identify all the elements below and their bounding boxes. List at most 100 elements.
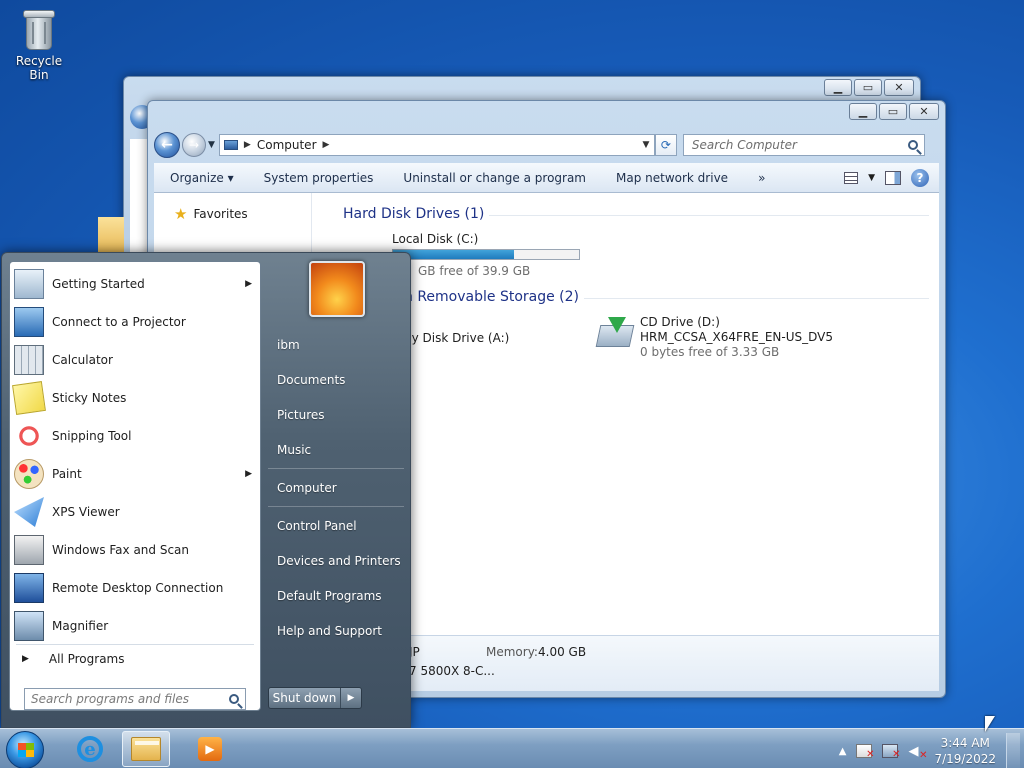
start-menu-program-item[interactable]: Windows Fax and Scan (14, 532, 258, 568)
taskbar-windows-explorer[interactable] (122, 731, 170, 767)
program-label: Connect to a Projector (52, 315, 186, 329)
start-button[interactable] (6, 731, 44, 768)
close-button[interactable]: ✕ (884, 79, 914, 96)
command-bar: Organize ▾ System properties Uninstall o… (154, 163, 939, 193)
search-placeholder: Search Computer (691, 138, 797, 152)
taskbar-internet-explorer[interactable]: e (66, 731, 114, 767)
calculator-icon (14, 345, 44, 375)
all-programs-button[interactable]: ▶ All Programs (22, 652, 125, 666)
close-button[interactable]: ✕ (909, 103, 939, 120)
shutdown-options-button[interactable]: ▶ (341, 688, 361, 708)
internet-explorer-icon: e (77, 736, 103, 762)
start-item-music[interactable]: Music (277, 443, 311, 457)
nav-item-favorites[interactable]: ★ Favorites (174, 205, 248, 223)
taskbar-media-player[interactable]: ▶ (186, 731, 234, 767)
chevron-right-icon: ▶ (22, 654, 29, 664)
group-header-hard-disk-drives[interactable]: Hard Disk Drives (1) (343, 206, 484, 222)
taskbar: e ▶ ▲ ✕ ✕ ◀ ✕ 3:44 AM 7/19/2022 (0, 728, 1024, 768)
getting-started-icon (14, 269, 44, 299)
uninstall-program-button[interactable]: Uninstall or change a program (388, 171, 601, 185)
search-icon[interactable] (907, 140, 918, 150)
drive-usage-fill (393, 250, 514, 259)
magnifier-icon (14, 611, 44, 641)
action-center-icon[interactable]: ✕ (856, 744, 874, 760)
show-hidden-icons-button[interactable]: ▲ (839, 746, 847, 757)
clock[interactable]: 3:44 AM 7/19/2022 (934, 735, 996, 767)
map-network-drive-button[interactable]: Map network drive (601, 171, 743, 185)
chevron-right-icon[interactable]: ▶ (245, 279, 252, 289)
drive-item-a[interactable]: py Disk Drive (A:) (404, 331, 509, 345)
forward-button[interactable]: → (182, 133, 206, 157)
start-menu-program-item[interactable]: Remote Desktop Connection (14, 570, 258, 606)
back-button[interactable]: ← (154, 132, 180, 158)
shutdown-button[interactable]: Shut down (269, 688, 341, 708)
user-avatar[interactable] (309, 261, 365, 317)
drive-item-d[interactable]: CD Drive (D:) HRM_CCSA_X64FRE_EN-US_DV5 … (640, 315, 833, 359)
start-search-input[interactable]: Search programs and files (24, 688, 246, 710)
minimize-button[interactable]: ▁ (824, 79, 852, 96)
preview-pane-icon[interactable] (885, 170, 901, 185)
minimize-button[interactable]: ▁ (849, 103, 877, 120)
start-menu-program-item[interactable]: Paint ▶ (14, 456, 258, 492)
chevron-right-icon[interactable]: ▶ (244, 140, 251, 150)
start-menu-program-item[interactable]: Sticky Notes (12, 380, 258, 416)
sticky-notes-icon (12, 381, 46, 415)
maximize-button[interactable]: ▭ (854, 79, 882, 96)
recycle-bin-icon (22, 8, 56, 50)
group-header-removable-storage[interactable]: h Removable Storage (2) (404, 289, 579, 305)
breadcrumb-computer[interactable]: Computer (257, 138, 317, 152)
all-programs-label: All Programs (48, 652, 125, 666)
change-view-icon[interactable] (844, 171, 859, 184)
start-item-default-programs[interactable]: Default Programs (277, 589, 382, 603)
start-item-control-panel[interactable]: Control Panel (277, 519, 357, 533)
network-icon[interactable]: ✕ (882, 744, 900, 760)
details-memory-label: Memory: (486, 645, 538, 659)
xps-viewer-icon (14, 497, 44, 527)
maximize-button[interactable]: ▭ (879, 103, 907, 120)
start-menu-program-item[interactable]: Getting Started ▶ (14, 266, 258, 302)
chevron-right-icon[interactable]: ▶ (323, 140, 330, 150)
start-menu-program-item[interactable]: Snipping Tool (14, 418, 258, 454)
show-desktop-button[interactable] (1006, 733, 1020, 768)
start-item-documents[interactable]: Documents (277, 373, 345, 387)
start-menu-program-item[interactable]: Connect to a Projector (14, 304, 258, 340)
search-placeholder: Search programs and files (31, 692, 189, 706)
details-processor: 7 5800X 8-C... (409, 664, 495, 678)
system-tray: ▲ ✕ ✕ ◀ ✕ 3:44 AM 7/19/2022 (839, 733, 1020, 768)
volume-icon[interactable]: ◀ ✕ (908, 744, 927, 761)
program-label: Getting Started (52, 277, 145, 291)
clock-time: 3:44 AM (940, 736, 990, 750)
refresh-button[interactable]: ⟳ (654, 134, 677, 156)
more-commands-button[interactable]: » (743, 171, 780, 185)
search-input[interactable]: Search Computer (682, 134, 925, 156)
recent-pages-dropdown[interactable]: ▼ (208, 140, 215, 150)
start-menu-program-item[interactable]: XPS Viewer (14, 494, 258, 530)
view-dropdown[interactable]: ▼ (868, 173, 875, 183)
drive-usage-bar (392, 249, 580, 260)
organize-button[interactable]: Organize ▾ (154, 171, 249, 185)
computer-icon (223, 140, 238, 150)
mouse-cursor (985, 716, 995, 732)
favorites-label: Favorites (193, 207, 248, 221)
desktop-icon-recycle-bin[interactable]: Recycle Bin (6, 8, 72, 82)
system-properties-button[interactable]: System properties (249, 171, 389, 185)
program-label: Windows Fax and Scan (52, 543, 190, 557)
chevron-right-icon[interactable]: ▶ (245, 469, 252, 479)
start-item-computer[interactable]: Computer (277, 481, 337, 495)
start-item-user[interactable]: ibm (277, 338, 300, 352)
help-icon[interactable]: ? (911, 168, 929, 187)
drive-item-c[interactable]: Local Disk (C:) GB free of 39.9 GB (392, 232, 580, 278)
search-icon[interactable] (229, 694, 239, 704)
address-dropdown[interactable]: ▼ (638, 140, 654, 150)
address-bar[interactable]: ▶ Computer ▶ ▼ (218, 134, 655, 156)
details-memory-value: 4.00 GB (538, 645, 587, 659)
start-item-devices-printers[interactable]: Devices and Printers (277, 554, 401, 568)
paint-icon (14, 459, 44, 489)
start-menu-program-item[interactable]: Magnifier (14, 608, 258, 644)
windows-logo-icon (18, 743, 34, 757)
start-item-help-support[interactable]: Help and Support (277, 624, 382, 638)
folder-icon (131, 737, 161, 761)
clock-date: 7/19/2022 (934, 752, 996, 766)
start-item-pictures[interactable]: Pictures (277, 408, 325, 422)
start-menu-program-item[interactable]: Calculator (14, 342, 258, 378)
